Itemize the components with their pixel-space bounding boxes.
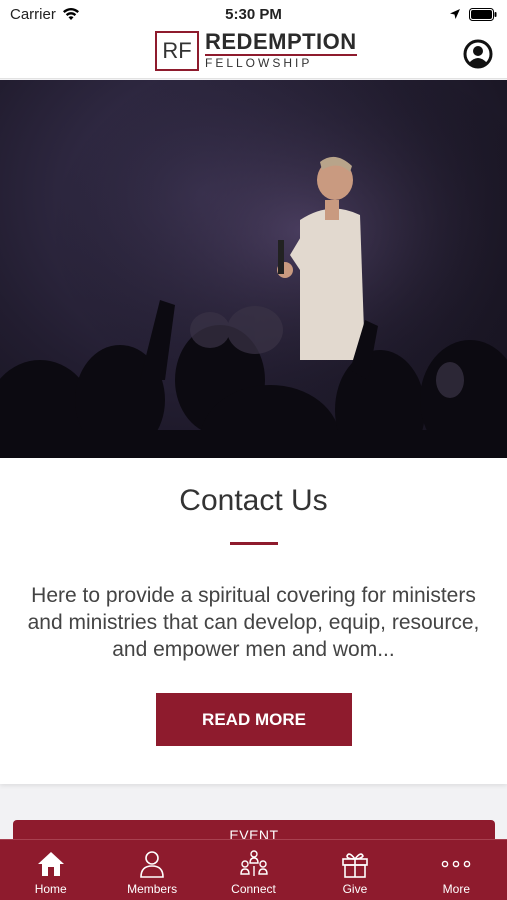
card-description: Here to provide a spiritual covering for…: [27, 584, 480, 661]
read-more-button[interactable]: READ MORE: [156, 693, 352, 746]
tab-give[interactable]: Give: [304, 840, 405, 900]
status-left: Carrier: [10, 6, 80, 23]
logo-text: REDEMPTION FELLOWSHIP: [205, 31, 357, 71]
contact-card: Contact Us Here to provide a spiritual c…: [0, 458, 507, 784]
group-icon: [237, 848, 271, 880]
tab-more[interactable]: More: [406, 840, 507, 900]
logo: RF REDEMPTION FELLOWSHIP: [155, 31, 357, 71]
tab-home-label: Home: [34, 882, 67, 896]
carrier-label: Carrier: [10, 5, 56, 23]
tab-give-label: Give: [342, 882, 368, 896]
tab-connect-label: Connect: [231, 882, 276, 896]
home-icon: [34, 848, 68, 880]
gift-icon: [338, 848, 372, 880]
card-title: Contact Us: [179, 484, 328, 517]
tab-more-label: More: [442, 882, 470, 896]
hero-photo: [0, 80, 507, 458]
tab-members[interactable]: Members: [101, 840, 202, 900]
tab-connect[interactable]: Connect: [203, 840, 304, 900]
app-header: RF REDEMPTION FELLOWSHIP: [0, 28, 507, 79]
user-icon: [463, 39, 493, 69]
logo-title: REDEMPTION: [205, 29, 357, 56]
status-bar: Carrier 5:30 PM: [0, 0, 507, 28]
person-icon: [135, 848, 169, 880]
wifi-icon: [62, 8, 79, 20]
logo-subtitle: FELLOWSHIP: [205, 56, 313, 70]
profile-button[interactable]: [463, 39, 493, 69]
tab-bar: Home Members Connect Give More: [0, 839, 507, 900]
tab-home[interactable]: Home: [0, 840, 101, 900]
more-dots-icon: [439, 848, 473, 880]
location-arrow-icon: [450, 9, 460, 19]
tab-members-label: Members: [127, 882, 178, 896]
battery-icon: [469, 7, 497, 21]
title-divider: [230, 542, 278, 545]
status-right: [449, 7, 497, 21]
logo-initials: RF: [155, 31, 199, 71]
hero-image: [0, 80, 507, 458]
